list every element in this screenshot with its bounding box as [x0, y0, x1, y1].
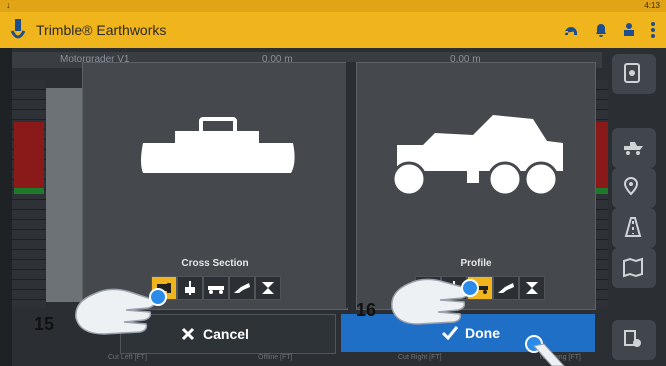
- panel-divider: [346, 62, 356, 308]
- cancel-label: Cancel: [203, 326, 249, 342]
- road-icon: [624, 217, 642, 237]
- map-button[interactable]: [612, 248, 656, 288]
- machine-button[interactable]: [612, 128, 656, 168]
- profile-option-level[interactable]: [519, 276, 545, 300]
- grader-profile-illustration: [391, 115, 563, 197]
- location-button[interactable]: [612, 168, 656, 208]
- hand-pointer-16: [391, 278, 479, 325]
- settings-button[interactable]: [612, 54, 656, 94]
- blade-cross-section-illustration: [141, 117, 295, 173]
- cross-section-label: Cross Section: [181, 258, 249, 269]
- offline-label: Offline [FT]: [258, 354, 293, 361]
- hand-pointer-15: [75, 288, 167, 335]
- trimble-logo: [10, 19, 26, 39]
- excavator-icon: [498, 283, 514, 293]
- right-lightbar: [594, 80, 608, 308]
- gear-icon: [624, 330, 641, 347]
- cross-section-option-level[interactable]: [255, 276, 281, 300]
- cut-right-label: Cut Right [FT]: [398, 354, 442, 361]
- step-15-callout: 15: [34, 314, 55, 334]
- headset-icon[interactable]: [562, 21, 580, 39]
- grader-icon: [208, 286, 224, 294]
- road-button[interactable]: [612, 208, 656, 248]
- download-icon: ↓: [6, 0, 11, 10]
- machine-icon: [624, 142, 643, 155]
- location-icon: [623, 176, 639, 196]
- close-icon: [181, 327, 195, 341]
- gear-button[interactable]: [612, 320, 656, 360]
- level-icon: [526, 282, 538, 294]
- cross-section-option-grader[interactable]: [203, 276, 229, 300]
- settings-icon: [624, 63, 640, 83]
- hand-pointer-done: [525, 335, 565, 366]
- clock: 4:13: [644, 1, 660, 10]
- more-icon[interactable]: [644, 21, 662, 39]
- cross-section-option-excavator[interactable]: [229, 276, 255, 300]
- status-bar: ↓ 4:13: [0, 0, 666, 12]
- app-title: Trimble® Earthworks: [36, 22, 167, 38]
- cross-section-option-mast[interactable]: [177, 276, 203, 300]
- left-cut-indicator: [14, 122, 44, 188]
- right-ongrade-indicator: [594, 188, 608, 194]
- bell-icon[interactable]: [592, 21, 610, 39]
- app-bar: Trimble® Earthworks: [0, 12, 666, 48]
- cut-left-label: Cut Left [FT]: [108, 354, 147, 361]
- person-icon[interactable]: [620, 21, 638, 39]
- level-icon: [262, 282, 274, 294]
- step-16-callout: 16: [356, 300, 377, 320]
- right-cut-indicator: [594, 122, 608, 188]
- mast-icon: [185, 281, 195, 295]
- left-ongrade-indicator: [14, 188, 44, 194]
- left-edge: [0, 48, 12, 366]
- map-icon: [623, 257, 643, 278]
- left-lightbar: [12, 80, 46, 308]
- excavator-icon: [234, 283, 250, 293]
- left-view-strip: [46, 88, 82, 302]
